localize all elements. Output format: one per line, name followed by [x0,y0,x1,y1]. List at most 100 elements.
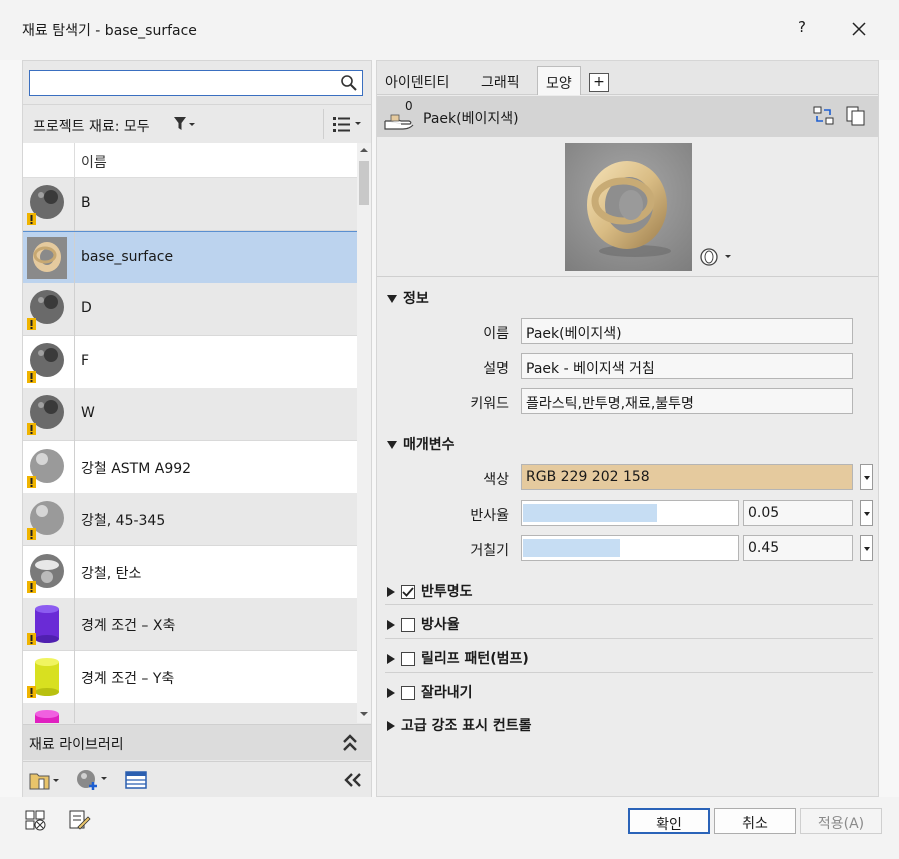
help-button[interactable]: ? [790,18,814,42]
material-thumbnail-icon [27,605,59,645]
section-label: 반투명도 [421,584,473,600]
tab-identity[interactable]: 아이덴티티 [377,66,457,95]
color-dropdown-button[interactable] [860,464,873,490]
list-item[interactable] [23,703,357,723]
list-item[interactable]: D [23,283,357,336]
list-scrollbar[interactable] [357,143,371,723]
material-thumbnail-icon [27,290,64,330]
divider [74,178,75,231]
expand-down-icon [387,295,397,303]
material-editor-panel: 아이덴티티 그래픽 모양 + 0 Paek(베이지색) 정보 이름 Paek(베… [376,60,879,797]
ok-button[interactable]: 확인 [628,808,710,834]
parameters-section-header[interactable]: 매개변수 [387,434,455,454]
browser-settings-icon[interactable] [24,809,48,833]
name-field[interactable]: Paek(베이지색) [521,318,853,344]
material-editor-icon[interactable] [125,771,147,789]
search-input[interactable] [29,70,363,96]
section-checkbox[interactable] [401,585,415,599]
roughness-value[interactable]: 0.45 [743,535,853,561]
section-label: 고급 강조 표시 컨트롤 [401,718,532,734]
list-item[interactable]: 강철, 탄소 [23,545,357,599]
scroll-thumb[interactable] [359,161,369,205]
divider [74,143,75,178]
section-checkbox[interactable] [401,686,415,700]
list-item[interactable]: 강철, 45-345 [23,493,357,546]
filter-row: 프로젝트 재료: 모두 [23,104,371,142]
reflectivity-slider[interactable] [521,500,739,526]
add-tab-button[interactable]: + [589,73,609,92]
reflectivity-slider-fill [523,504,657,522]
window-title: 재료 탐색기 - base_surface [22,23,197,39]
material-library-label: 재료 라이브러리 [29,737,124,753]
keywords-field[interactable]: 플라스틱,반투명,재료,불투명 [521,388,853,414]
apply-button[interactable]: 적용(A) [800,808,882,834]
section-header[interactable]: 고급 강조 표시 컨트롤 [387,715,532,735]
list-item[interactable]: B [23,178,357,231]
list-item[interactable]: 경계 조건 – Y축 [23,650,357,704]
material-name: D [81,300,92,316]
divider [74,335,75,389]
search-text-field[interactable] [34,72,334,92]
scroll-up-icon[interactable] [357,145,371,155]
replace-asset-icon[interactable] [813,105,835,127]
parameters-section-label: 매개변수 [403,437,455,453]
info-section-header[interactable]: 정보 [387,288,429,308]
reflectivity-dropdown-button[interactable] [860,500,873,526]
section-header[interactable]: 잘라내기 [387,682,473,702]
divider [385,672,873,673]
section-checkbox[interactable] [401,652,415,666]
color-field[interactable]: RGB 229 202 158 [521,464,853,490]
section-header[interactable]: 방사율 [387,614,460,634]
section-header[interactable]: 반투명도 [387,581,473,601]
material-name: 강철, 탄소 [81,565,142,582]
reflectivity-value[interactable]: 0.05 [743,500,853,526]
project-materials-label: 프로젝트 재료: 모두 [33,119,150,135]
list-item[interactable]: base_surface [23,230,357,285]
create-material-icon[interactable] [75,768,109,792]
scroll-down-icon[interactable] [357,709,371,719]
material-name: 경계 조건 – Y축 [81,670,175,687]
close-button[interactable] [844,14,874,44]
section-label: 방사율 [421,617,460,633]
duplicate-asset-icon[interactable] [845,105,867,127]
cancel-button[interactable]: 취소 [714,808,796,834]
list-item[interactable]: F [23,335,357,389]
open-library-icon[interactable] [29,770,61,792]
list-item[interactable]: 강철 ASTM A992 [23,440,357,494]
preview-area [377,137,878,277]
name-label: 이름 [483,326,509,342]
list-item[interactable]: W [23,388,357,441]
color-label: 색상 [483,472,509,488]
section-header[interactable]: 릴리프 패턴(범프) [387,648,529,668]
material-browser-panel: 프로젝트 재료: 모두 이름 Bbase_surface D F W 강철 ASTM A… [22,60,372,797]
close-icon [852,22,866,36]
collapse-up-icon[interactable] [341,733,359,753]
divider [74,703,75,723]
roughness-dropdown-button[interactable] [860,535,873,561]
list-item[interactable]: 경계 조건 – X축 [23,598,357,651]
material-name: base_surface [81,248,174,265]
section-label: 잘라내기 [421,685,473,701]
tab-graphics[interactable]: 그래픽 [473,66,528,95]
edit-material-icon[interactable] [68,809,92,833]
roughness-slider-fill [523,539,621,557]
material-thumbnail-icon [27,448,64,488]
list-view-icon[interactable] [332,115,362,133]
render-settings-icon[interactable] [699,244,735,268]
material-name: B [81,195,91,211]
search-icon[interactable] [340,74,358,92]
checkmark-icon [402,587,414,597]
material-thumbnail-icon [27,236,67,279]
tab-bar: 아이덴티티 그래픽 모양 + [377,61,878,95]
material-thumbnail-icon [27,553,64,593]
material-name: 강철 ASTM A992 [81,460,192,477]
collapse-left-icon[interactable] [343,772,363,788]
roughness-slider[interactable] [521,535,739,561]
description-field[interactable]: Paek - 베이지색 거침 [521,353,853,379]
material-thumbnail-icon [27,185,64,225]
filter-icon[interactable] [173,116,195,132]
column-header-name[interactable]: 이름 [81,152,107,172]
section-checkbox[interactable] [401,618,415,632]
tab-appearance[interactable]: 모양 [537,66,581,95]
expand-right-icon [387,587,395,597]
